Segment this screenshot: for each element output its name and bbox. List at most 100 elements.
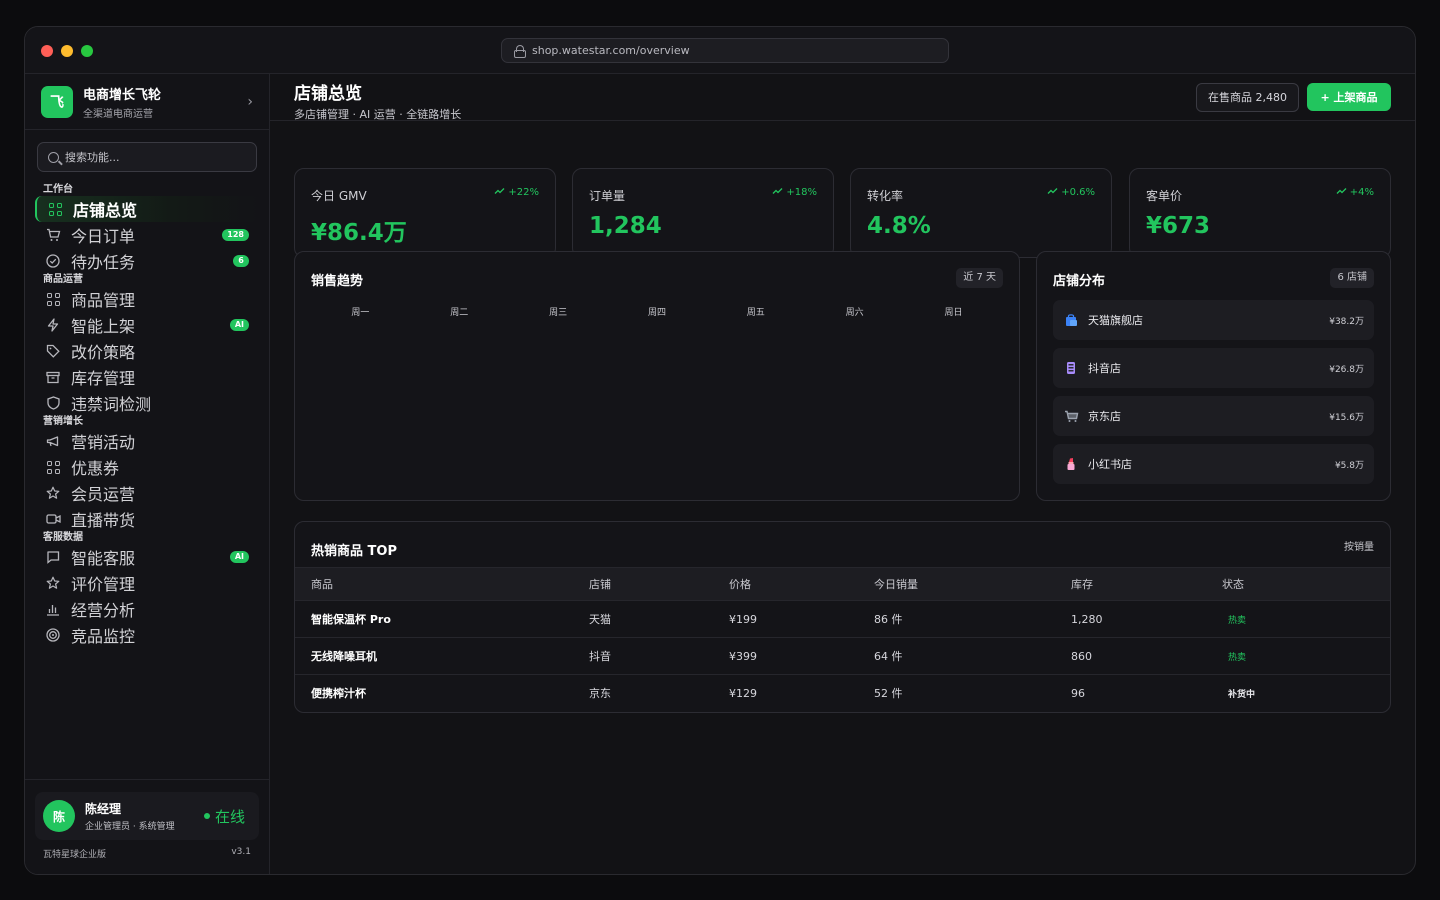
- on-sale-products-button[interactable]: 在售商品 2,480: [1196, 83, 1299, 112]
- kpi-delta-value: +18%: [786, 187, 817, 198]
- x-axis-tick-label: 周五: [746, 308, 765, 318]
- url-text: shop.watestar.com/overview: [532, 44, 690, 57]
- megaphone-icon: [45, 433, 61, 449]
- status-badge: 热卖: [1228, 615, 1247, 626]
- sidebar-item[interactable]: 库存管理: [25, 364, 269, 390]
- sidebar-item[interactable]: 智能客服 AI: [25, 544, 269, 570]
- sidebar-item[interactable]: 评价管理: [25, 570, 269, 596]
- app-window: shop.watestar.com/overview 飞 电商增长飞轮 全渠道电…: [24, 26, 1416, 875]
- sales-trend-range-button[interactable]: 近 7 天: [956, 268, 1003, 288]
- add-product-button[interactable]: + 上架商品: [1307, 83, 1391, 111]
- sales-trend-card: 销售趋势 近 7 天 周一 周二 周三 周四 周五 周六 周日: [294, 251, 1020, 501]
- sidebar-item-label: 智能上架: [71, 317, 136, 336]
- sidebar-item[interactable]: 营销活动: [25, 428, 269, 454]
- kpi-delta-value: +0.6%: [1061, 187, 1095, 198]
- sidebar-item[interactable]: 优惠券: [25, 454, 269, 480]
- status-badge: 热卖: [1228, 652, 1247, 663]
- sales-trend-title: 销售趋势: [311, 274, 364, 289]
- sidebar-item-label: 直播带货: [71, 511, 136, 530]
- x-axis-tick-label: 周三: [549, 308, 568, 318]
- chevron-right-icon: ›: [247, 94, 253, 110]
- sidebar-nav: 工作台 店铺总览 今日订单 128 待办任务 6 商品运营 商品管理 智能上架 AI 改价策略 库存管…: [25, 184, 269, 648]
- sidebar-item[interactable]: 经营分析: [25, 596, 269, 622]
- sidebar-item[interactable]: 会员运营: [25, 480, 269, 506]
- sidebar-item[interactable]: 智能上架 AI: [25, 312, 269, 338]
- sidebar-item[interactable]: 违禁词检测: [25, 390, 269, 416]
- sidebar-item-label: 改价策略: [71, 343, 136, 362]
- chat-icon: [45, 549, 61, 565]
- status-cell: 热卖: [1206, 600, 1390, 638]
- price-cell: ¥399: [713, 637, 858, 675]
- nav-group-label: 工作台: [43, 184, 73, 195]
- address-bar[interactable]: shop.watestar.com/overview: [501, 38, 949, 63]
- table-body: 智能保温杯 Pro 天猫 ¥199 86 件 1,280 热卖 无线降噪耳机 抖音 ¥399 64…: [295, 600, 1390, 712]
- sidebar-item[interactable]: 竞品监控: [25, 622, 269, 648]
- sidebar-item[interactable]: 商品管理: [25, 286, 269, 312]
- store-distribution-card: 店铺分布 6 店铺 天猫旗舰店 ¥38.2万 抖音店 ¥26.8万 京东店 ¥15.6万小…: [1036, 251, 1391, 501]
- brand-switcher[interactable]: 飞 电商增长飞轮 全渠道电商运营 ›: [41, 85, 253, 120]
- minimize-window-button[interactable]: [61, 45, 73, 57]
- hot-products-card: 热销商品 TOP 按销量 商品 店铺 价格 今日销量 库存 状态 智能保温杯 Pro 天猫 ¥…: [294, 521, 1391, 713]
- sidebar-item[interactable]: 待办任务 6: [25, 248, 269, 274]
- sidebar-item-label: 智能客服: [71, 549, 136, 568]
- video-icon: [45, 511, 61, 527]
- sidebar-item[interactable]: 店铺总览: [35, 196, 259, 222]
- store-row[interactable]: 抖音店 ¥26.8万: [1053, 348, 1374, 388]
- store-cell: 抖音: [573, 637, 713, 675]
- star-icon: [45, 485, 61, 501]
- price-cell: ¥129: [713, 674, 858, 712]
- price-cell: ¥199: [713, 600, 858, 638]
- trend-up-icon: [1047, 187, 1061, 198]
- sidebar-item-label: 今日订单: [71, 227, 136, 246]
- grid-cell: [46, 468, 52, 474]
- grid-cell: [56, 210, 62, 216]
- sidebar-item-label: 优惠券: [71, 459, 120, 478]
- target-icon: [45, 627, 61, 643]
- sidebar-footer: 瓦特星球企业版 v3.1: [43, 847, 251, 860]
- table-row[interactable]: 便携榨汁杯 京东 ¥129 52 件 96 补货中: [295, 674, 1390, 712]
- nav-group-label: 营销增长: [43, 416, 83, 427]
- bar-chart-icon: [45, 601, 61, 617]
- sidebar-item-label: 竞品监控: [71, 627, 136, 646]
- status-cell: 热卖: [1206, 637, 1390, 675]
- sidebar-item[interactable]: 今日订单 128: [25, 222, 269, 248]
- stock-cell: 1,280: [1055, 600, 1206, 638]
- sort-by-sales-button[interactable]: 按销量: [1344, 538, 1374, 558]
- sales-cell: 64 件: [858, 637, 1055, 675]
- column-header[interactable]: 价格: [713, 567, 858, 601]
- product-name-cell: 智能保温杯 Pro: [295, 600, 573, 638]
- sidebar-item-label: 待办任务: [71, 253, 136, 272]
- search-input[interactable]: [65, 150, 245, 164]
- close-window-button[interactable]: [41, 45, 53, 57]
- hot-products-table: 商品 店铺 价格 今日销量 库存 状态 智能保温杯 Pro 天猫 ¥199 86 件 1,280 热…: [295, 567, 1390, 712]
- count-badge: 6: [233, 255, 249, 267]
- page-header: 店铺总览 多店铺管理 · AI 运营 · 全链路增长 在售商品 2,480 + …: [270, 74, 1415, 121]
- search-box[interactable]: [37, 142, 257, 172]
- status-cell: 补货中: [1206, 674, 1390, 712]
- store-row[interactable]: 小红书店 ¥5.8万: [1053, 444, 1374, 484]
- grid-icon: [47, 201, 63, 217]
- kpi-card: 客单价 +4% ¥673: [1129, 168, 1391, 258]
- lipstick-icon: [1063, 456, 1079, 472]
- column-header[interactable]: 状态: [1206, 567, 1390, 601]
- maximize-window-button[interactable]: [81, 45, 93, 57]
- phone-icon: [1063, 360, 1079, 376]
- grid-cell: [46, 460, 52, 466]
- column-header[interactable]: 商品: [295, 567, 573, 601]
- sidebar-item[interactable]: 改价策略: [25, 338, 269, 364]
- store-row[interactable]: 天猫旗舰店 ¥38.2万: [1053, 300, 1374, 340]
- table-row[interactable]: 智能保温杯 Pro 天猫 ¥199 86 件 1,280 热卖: [295, 600, 1390, 638]
- kpi-card: 转化率 +0.6% 4.8%: [850, 168, 1112, 258]
- store-name: 小红书店: [1088, 458, 1132, 471]
- grid-cell: [48, 202, 54, 208]
- page-title: 店铺总览: [294, 84, 362, 104]
- x-axis-tick-label: 周六: [845, 308, 864, 318]
- table-row[interactable]: 无线降噪耳机 抖音 ¥399 64 件 860 热卖: [295, 637, 1390, 675]
- store-row[interactable]: 京东店 ¥15.6万: [1053, 396, 1374, 436]
- column-header[interactable]: 今日销量: [858, 567, 1055, 601]
- sidebar-item[interactable]: 直播带货: [25, 506, 269, 532]
- user-card[interactable]: 陈 陈经理 企业管理员 · 系统管理 在线: [35, 792, 259, 840]
- store-name: 京东店: [1088, 410, 1121, 423]
- column-header[interactable]: 店铺: [573, 567, 713, 601]
- column-header[interactable]: 库存: [1055, 567, 1206, 601]
